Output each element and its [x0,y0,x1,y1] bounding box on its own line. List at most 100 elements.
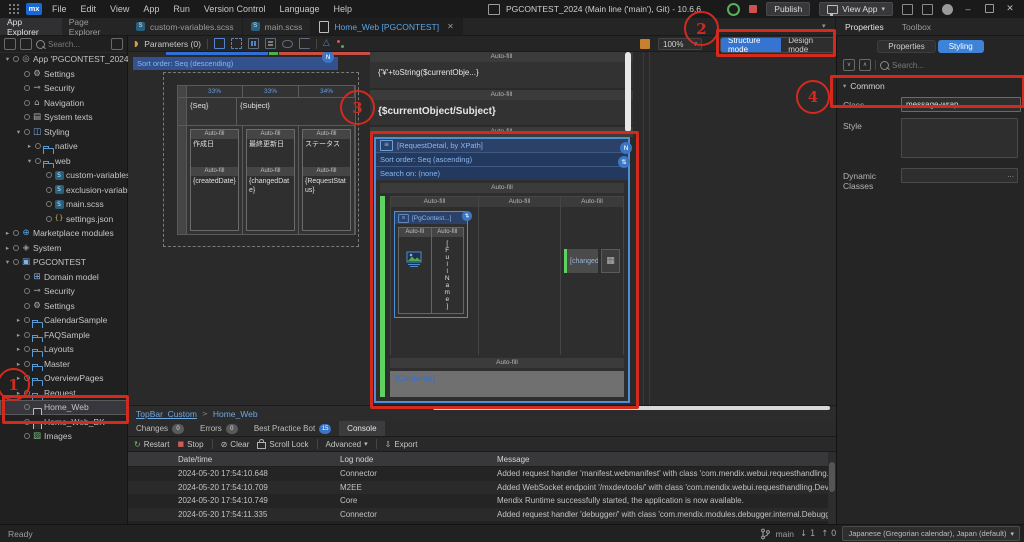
stop-button[interactable]: ■Stop [178,440,204,449]
menu-file[interactable]: File [52,4,67,14]
log-row[interactable]: 2024-05-20 17:54:10.749CoreMendix Runtim… [128,494,828,508]
column-width-1[interactable]: 33% [187,86,243,97]
chevron-right-icon[interactable]: ▸ [3,244,12,252]
image-cell[interactable]: Auto-fil [399,228,432,313]
restart-button[interactable]: ↻Restart [134,440,170,449]
layout-icon[interactable] [902,4,913,15]
view-app-button[interactable]: View App ▾ [819,2,893,16]
chevron-down-icon[interactable]: ▾ [25,157,34,165]
table-container[interactable]: 33%33%34% {Seq} {Subject} Auto-fill作成日Au… [163,72,359,247]
listview-sort-header[interactable]: Sort order: Seq (ascending) [376,153,628,167]
explorer-tab-app-explorer[interactable]: App Explorer [0,18,62,35]
sidebar-item-pgcontest[interactable]: ▾▣PGCONTEST [0,255,128,270]
properties-search[interactable]: Search... [880,61,1018,70]
sidebar-item-calendarsample[interactable]: ▸CalendarSample [0,313,128,328]
doc-tab-main-scss[interactable]: Smain.scss [243,18,312,35]
sidebar-item-styling[interactable]: ▾◫Styling [0,125,128,140]
explorer-tab-page-explorer[interactable]: Page Explorer [62,18,128,35]
common-section-header[interactable]: ▾ Common [837,76,1024,94]
sidebar-item-navigation[interactable]: ⌂Navigation [0,96,128,111]
close-icon[interactable]: ✕ [447,22,454,31]
chevron-right-icon[interactable]: ▸ [14,389,23,397]
col-message[interactable]: Message [493,455,828,464]
clear-button[interactable]: ⊘Clear [221,440,250,449]
console-tab-best-practice-bot[interactable]: Best Practice Bot15 [246,421,339,436]
app-grid-icon[interactable] [8,3,20,15]
table-cell-3[interactable]: Auto-fillステータスAuto-fill{RequestStatus} [299,126,355,234]
chevron-right-icon[interactable]: ▸ [14,316,23,324]
column-width-3[interactable]: 34% [299,86,355,97]
vertical-scrollbar[interactable] [625,52,631,132]
select-tool-icon[interactable] [214,38,225,49]
locate-icon[interactable] [20,38,32,50]
export-button[interactable]: ⇩Export [385,440,418,449]
pgcontest-listview[interactable]: ≡ [PgContest...] ⇅ Auto-fil [394,211,468,318]
chevron-right-icon[interactable]: ▸ [14,331,23,339]
sidebar-item-overviewpages[interactable]: ▸OverviewPages [0,371,128,386]
table-cell-2[interactable]: Auto-fill最終更新日Auto-fill{changedDate} [243,126,299,234]
commits-ahead[interactable]: ↑ 0 [821,529,836,539]
fullname-cell[interactable]: Auto-fill [FullName] [432,228,464,313]
sidebar-item-web[interactable]: ▾web [0,154,128,169]
console-tab-changes[interactable]: Changes0 [128,421,192,436]
listview-source-header[interactable]: ≡ [RequestDetail, by XPath] [376,139,628,153]
marketplace-cart-icon[interactable] [922,4,933,15]
price-expression[interactable]: {'¥'+toString($currentObje...} [370,62,633,88]
chevron-right-icon[interactable]: ▸ [3,229,12,237]
zoom-grid-icon[interactable] [640,39,650,49]
sidebar-item-master[interactable]: ▸Master [0,357,128,372]
menu-language[interactable]: Language [279,4,319,14]
console-scrollbar[interactable] [828,452,836,524]
subject-cell[interactable]: {Subject} [237,98,355,125]
listview-search-header[interactable]: Search on: (none) [376,167,628,180]
publish-button[interactable]: Publish [766,2,810,16]
columns-view-icon[interactable] [248,38,259,49]
contents-placeholder[interactable]: [Contents] [390,371,624,397]
collapse-all-icon[interactable]: ∧ [859,59,871,71]
console-tab-errors[interactable]: Errors0 [192,421,246,436]
sidebar-item-settings-json[interactable]: {}settings.json [0,212,128,227]
structure-mode-button[interactable]: Structure mode [721,38,781,52]
chevron-right-icon[interactable]: ▸ [14,360,23,368]
rows-view-icon[interactable] [265,38,276,49]
col-datetime[interactable]: Date/time [174,455,336,464]
chevron-down-icon[interactable]: ▾ [3,258,12,266]
chevron-right-icon[interactable]: ▸ [14,374,23,382]
date-widget-2[interactable]: Auto-fill最終更新日Auto-fill{changedDate} [246,129,295,231]
calendar-icon[interactable]: ▦ [601,249,620,273]
changed-date-widget[interactable]: [changed... ▦ [564,249,620,273]
chevron-down-icon[interactable]: ▾ [881,5,885,13]
maximize-button[interactable] [983,4,995,15]
request-table[interactable]: 33%33%34% {Seq} {Subject} Auto-fill作成日Au… [177,85,356,235]
properties-mode-button[interactable]: Properties [877,40,935,53]
doc-tab-custom-variables-scss[interactable]: Scustom-variables.scss [128,18,243,35]
console-tab-console[interactable]: Console [339,421,384,436]
filter-icon[interactable] [111,38,123,50]
marquee-tool-icon[interactable] [231,38,242,49]
date-widget-1[interactable]: Auto-fill作成日Auto-fill{createdDate} [190,129,239,231]
sidebar-item-images[interactable]: ▨Images [0,429,128,444]
sidebar-search[interactable]: Search... [36,40,107,49]
sidebar-item-native[interactable]: ▸native [0,139,128,154]
sidebar-item-home-web[interactable]: Home_Web [0,400,128,415]
menu-run[interactable]: Run [173,4,190,14]
chevron-right-icon[interactable]: ▸ [25,142,34,150]
design-mode-button[interactable]: Design mode [781,38,835,52]
branch-name[interactable]: main [776,529,794,539]
oval-tool-icon[interactable] [282,40,293,48]
inner-column-3[interactable]: Auto-fill [changed... ▦ [561,197,623,355]
commits-behind[interactable]: ↓ 1 [800,529,815,539]
menu-app[interactable]: App [143,4,159,14]
menu-edit[interactable]: Edit [81,4,97,14]
stop-app-icon[interactable] [749,5,757,13]
doc-tab-home-web-pgcontest[interactable]: Home_Web [PGCONTEST]✕ [311,18,462,35]
sidebar-item-system[interactable]: ▸◈System [0,241,128,256]
sidebar-item-exclusion-variables-scss[interactable]: Sexclusion-variables.scss [0,183,128,198]
menu-help[interactable]: Help [334,4,353,14]
menu-version-control[interactable]: Version Control [204,4,266,14]
close-button[interactable]: ✕ [1004,4,1016,14]
breadcrumb-parent-link[interactable]: TopBar_Custom [136,409,197,419]
sidebar-item-layouts[interactable]: ▸Layouts [0,342,128,357]
avatar[interactable] [942,4,953,15]
sidebar-item-main-scss[interactable]: Smain.scss [0,197,128,212]
